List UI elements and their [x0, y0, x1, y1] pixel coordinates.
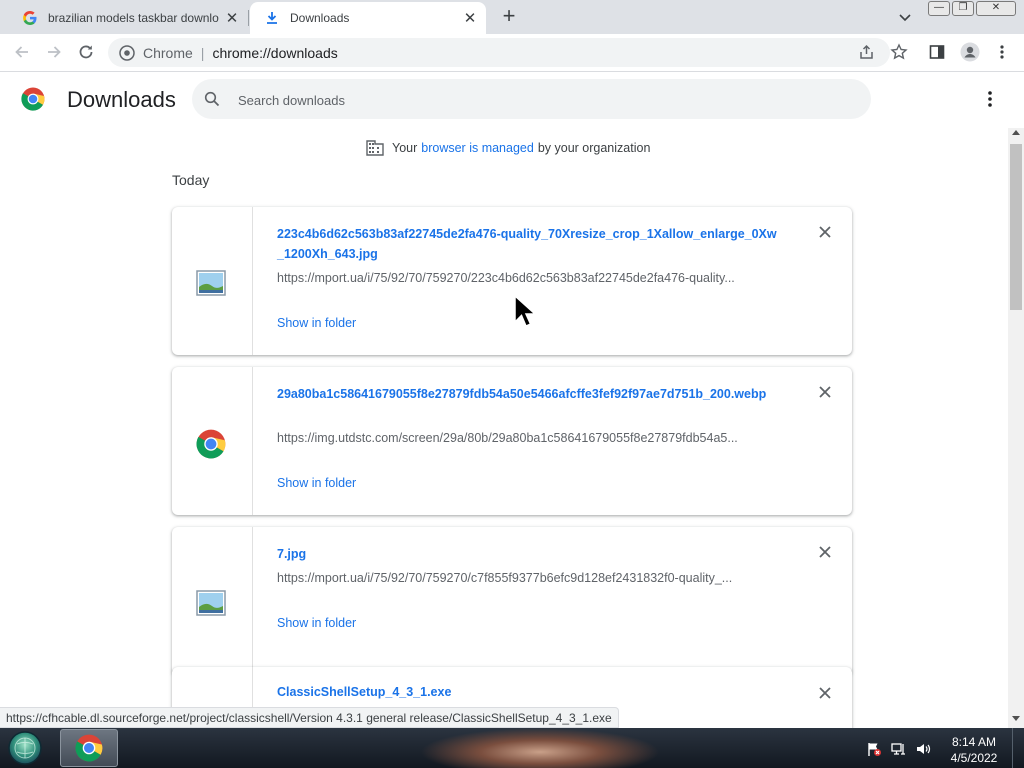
page-title: Downloads [67, 87, 176, 112]
address-divider: | [200, 44, 205, 61]
clock-time: 8:14 AM [951, 735, 997, 749]
browser-toolbar: Chrome | chrome://downloads [0, 34, 1024, 72]
mouse-cursor-icon [514, 295, 536, 327]
taskbar-wallpaper [420, 728, 660, 768]
new-tab-plus-icon[interactable]: + [498, 5, 520, 28]
site-chip: Chrome [143, 44, 193, 61]
show-in-folder-link[interactable]: Show in folder [277, 476, 356, 490]
taskbar-clock[interactable]: 8:14 AM 4/5/2022 [944, 734, 1004, 766]
tab-strip: brazilian models taskbar downlo ✕ Downlo… [0, 0, 1024, 34]
image-file-icon [196, 270, 226, 296]
tab-close-icon[interactable]: ✕ [462, 9, 478, 27]
remove-close-icon[interactable] [818, 686, 832, 700]
show-in-folder-link[interactable]: Show in folder [277, 316, 356, 330]
downloads-menu-kebab-icon[interactable] [982, 88, 998, 110]
clock-date: 4/5/2022 [950, 751, 998, 765]
download-item: 7.jpg https://mport.ua/i/75/92/70/759270… [172, 527, 852, 675]
address-bar[interactable]: Chrome | chrome://downloads [108, 38, 890, 67]
downloads-header: Downloads [0, 72, 1024, 128]
network-icon[interactable] [891, 741, 907, 757]
tab-title: Downloads [290, 11, 350, 25]
download-icon-column [172, 367, 253, 515]
chrome-taskbar-icon [75, 734, 103, 762]
managed-link[interactable]: browser is managed [421, 141, 534, 155]
download-item: 29a80ba1c58641679055f8e27879fdb54a50e546… [172, 367, 852, 515]
tab-title: brazilian models taskbar downlo [48, 11, 219, 25]
scroll-up-arrow-icon[interactable] [1012, 130, 1020, 135]
scrollbar-thumb[interactable] [1010, 144, 1022, 310]
image-file-icon [196, 590, 226, 616]
page-scrollbar[interactable] [1008, 128, 1024, 728]
reload-icon[interactable] [76, 42, 96, 62]
tab-close-icon[interactable]: ✕ [224, 9, 240, 27]
scroll-down-arrow-icon[interactable] [1012, 716, 1020, 721]
tab-divider [248, 10, 249, 26]
taskbar-chrome-button[interactable] [60, 729, 118, 767]
share-icon[interactable] [858, 44, 875, 61]
download-filename-link[interactable]: 223c4b6d62c563b83af22745de2fa476-quality… [277, 224, 777, 264]
tab-google-search[interactable]: brazilian models taskbar downlo ✕ [8, 2, 248, 34]
back-arrow-icon[interactable] [12, 42, 32, 62]
download-icon [267, 12, 277, 24]
url-text[interactable]: chrome://downloads [212, 45, 337, 61]
building-icon [366, 140, 384, 156]
tab-downloads[interactable]: Downloads ✕ [250, 2, 486, 34]
managed-suffix: by your organization [537, 141, 651, 155]
download-icon-column [172, 527, 253, 675]
download-source-url[interactable]: https://mport.ua/i/75/92/70/759270/223c4… [277, 271, 773, 285]
tab-search-chevron-icon[interactable] [896, 8, 914, 26]
minimize-button[interactable]: — [928, 1, 950, 16]
profile-avatar-icon[interactable] [960, 42, 980, 62]
bookmark-star-icon[interactable] [890, 43, 908, 61]
start-orb-icon[interactable] [6, 730, 44, 766]
chrome-file-icon [196, 429, 226, 459]
remove-close-icon[interactable] [818, 385, 832, 399]
search-icon [204, 91, 220, 107]
chrome-site-icon [119, 44, 135, 61]
chrome-logo-icon [21, 87, 45, 111]
chrome-menu-kebab-icon[interactable] [994, 43, 1010, 61]
download-filename-link[interactable]: ClassicShellSetup_4_3_1.exe [277, 682, 777, 702]
managed-notice: Your browser is managed by your organiza… [366, 140, 650, 156]
show-in-folder-link[interactable]: Show in folder [277, 616, 356, 630]
managed-prefix: Your [392, 141, 418, 155]
section-heading-today: Today [172, 172, 210, 188]
remove-close-icon[interactable] [818, 225, 832, 239]
download-filename-link[interactable]: 7.jpg [277, 544, 777, 564]
download-source-url[interactable]: https://mport.ua/i/75/92/70/759270/c7f85… [277, 571, 773, 585]
google-g-icon [23, 11, 37, 25]
status-url-bubble: https://cfhcable.dl.sourceforge.net/proj… [0, 707, 619, 728]
download-filename-link[interactable]: 29a80ba1c58641679055f8e27879fdb54a50e546… [277, 384, 777, 404]
window-close-button[interactable]: ✕ [976, 1, 1016, 16]
action-center-flag-icon[interactable] [866, 741, 882, 757]
restore-button[interactable]: ❐ [952, 1, 974, 16]
remove-close-icon[interactable] [818, 545, 832, 559]
volume-speaker-icon[interactable] [915, 741, 931, 757]
forward-arrow-icon[interactable] [44, 42, 64, 62]
show-desktop-button[interactable] [1012, 728, 1024, 768]
search-input[interactable] [236, 89, 840, 111]
download-icon-column [172, 207, 253, 355]
download-source-url[interactable]: https://img.utdstc.com/screen/29a/80b/29… [277, 431, 773, 445]
download-item: 223c4b6d62c563b83af22745de2fa476-quality… [172, 207, 852, 355]
windows-taskbar: 8:14 AM 4/5/2022 [0, 728, 1024, 768]
side-panel-icon[interactable] [928, 43, 946, 61]
search-box[interactable] [192, 79, 871, 119]
